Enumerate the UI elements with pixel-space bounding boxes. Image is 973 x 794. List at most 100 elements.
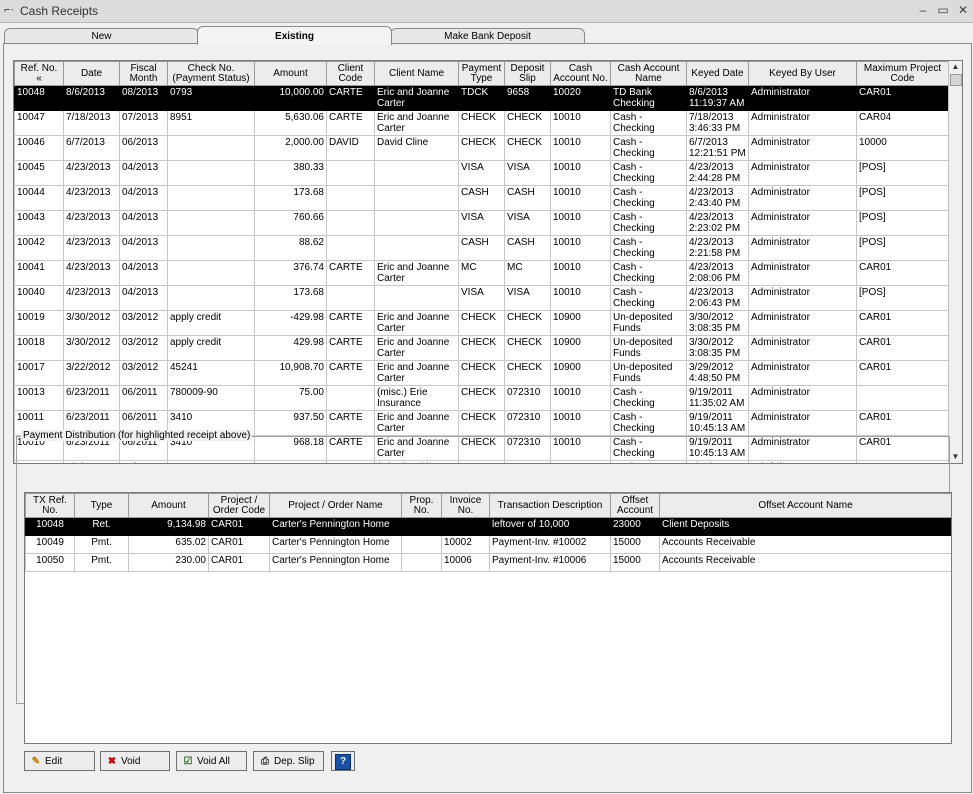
distribution-header-5[interactable]: Prop. No.	[401, 493, 442, 518]
receipt-header-8[interactable]: Deposit Slip	[504, 61, 551, 86]
receipt-cell: 6/7/2013 12:21:51 PM	[686, 135, 749, 161]
receipt-cell: [POS]	[856, 185, 949, 211]
receipt-cell: 10047	[14, 110, 64, 136]
receipt-cell: 75.00	[254, 385, 327, 411]
void-all-button[interactable]: ☑ Void All	[176, 751, 247, 771]
receipt-header-3[interactable]: Check No. (Payment Status)	[167, 61, 255, 86]
receipt-row[interactable]: 10043 4/23/2013 04/2013 760.66 VISA VISA 10010…	[14, 210, 949, 236]
tab-make-bank-deposit[interactable]: Make Bank Deposit	[390, 28, 585, 44]
receipt-row[interactable]: 10042 4/23/2013 04/2013 88.62 CASH CASH 10010 C…	[14, 235, 949, 261]
receipt-row[interactable]: 10044 4/23/2013 04/2013 173.68 CASH CASH 10010…	[14, 185, 949, 211]
distribution-header-8[interactable]: Offset Account	[610, 493, 660, 518]
receipt-cell: 4/23/2013	[63, 260, 120, 286]
receipt-cell: 4/23/2013 2:21:58 PM	[686, 235, 749, 261]
receipt-header-6[interactable]: Client Name	[374, 61, 459, 86]
receipt-header-11[interactable]: Keyed Date	[686, 61, 749, 86]
receipt-header-5[interactable]: Client Code	[326, 61, 375, 86]
distribution-cell: 230.00	[128, 553, 209, 572]
receipt-cell: 072310	[504, 385, 551, 411]
receipt-header-4[interactable]: Amount	[254, 61, 327, 86]
scroll-down-icon[interactable]: ▼	[949, 451, 962, 463]
distribution-header-3[interactable]: Project / Order Code	[208, 493, 270, 518]
receipt-cell: 10900	[550, 335, 611, 361]
tab-existing[interactable]: Existing	[197, 26, 392, 45]
payment-distribution-legend: Payment Distribution (for highlighted re…	[21, 430, 253, 441]
tab-new[interactable]: New	[4, 28, 199, 44]
receipt-cell: 10042	[14, 235, 64, 261]
receipt-cell	[856, 385, 949, 411]
receipt-cell: DAVID	[326, 135, 375, 161]
receipt-cell: VISA	[504, 160, 551, 186]
distribution-header-7[interactable]: Transaction Description	[489, 493, 611, 518]
receipt-cell: 3/30/2012 3:08:35 PM	[686, 310, 749, 336]
receipt-cell: CHECK	[458, 135, 505, 161]
receipt-row[interactable]: 10040 4/23/2013 04/2013 173.68 VISA VISA 10010…	[14, 285, 949, 311]
distribution-row[interactable]: 10049 Pmt. 635.02 CAR01 Carter's Pennington …	[25, 535, 951, 554]
distribution-header-0[interactable]: TX Ref. No.	[25, 493, 75, 518]
receipt-row[interactable]: 10013 6/23/2011 06/2011 780009-90 75.00 (misc…	[14, 385, 949, 411]
receipts-grid[interactable]: Ref. No. «Date Fiscal Month Check No. (Pay…	[13, 60, 963, 464]
scroll-thumb[interactable]	[950, 74, 962, 86]
receipt-cell: Cash - Checking	[610, 410, 687, 436]
receipt-cell: 10045	[14, 160, 64, 186]
receipt-header-10[interactable]: Cash Account Name	[610, 61, 687, 86]
receipt-row[interactable]: 10045 4/23/2013 04/2013 380.33 VISA VISA 10010…	[14, 160, 949, 186]
distribution-row[interactable]: 10050 Pmt. 230.00 CAR01 Carter's Pennington …	[25, 553, 951, 572]
receipt-cell: 10018	[14, 335, 64, 361]
distribution-header-1[interactable]: Type	[74, 493, 129, 518]
distribution-grid[interactable]: TX Ref. No. Type Amount Project / Order Cod…	[24, 492, 952, 744]
receipt-row[interactable]: 10017 3/22/2012 03/2012 45241 10,908.70 CARTE…	[14, 360, 949, 386]
receipt-row[interactable]: 10019 3/30/2012 03/2012 apply credit -429.98…	[14, 310, 949, 336]
scroll-up-icon[interactable]: ▲	[949, 61, 962, 73]
receipt-cell: 3/30/2012	[63, 335, 120, 361]
receipt-header-12[interactable]: Keyed By User	[748, 61, 857, 86]
receipt-header-13[interactable]: Maximum Project Code	[856, 61, 949, 86]
receipt-cell: Administrator	[748, 385, 857, 411]
dep-slip-button[interactable]: ⎙ Dep. Slip	[253, 751, 324, 771]
receipt-row[interactable]: 10046 6/7/2013 06/2013 2,000.00 DAVID David C…	[14, 135, 949, 161]
receipt-header-1[interactable]: Date	[63, 61, 120, 86]
receipt-cell: 9/19/2011 10:45:13 AM	[686, 410, 749, 436]
receipt-header-9[interactable]: Cash Account No.	[550, 61, 611, 86]
distribution-header-4[interactable]: Project / Order Name	[269, 493, 402, 518]
receipt-cell	[326, 385, 375, 411]
receipt-cell: CAR01	[856, 85, 949, 111]
receipt-row[interactable]: 10048 8/6/2013 08/2013 0793 10,000.00 CARTE Er…	[14, 85, 949, 111]
receipt-row[interactable]: 10047 7/18/2013 07/2013 8951 5,630.06 CARTE Er…	[14, 110, 949, 136]
receipt-cell: Eric and Joanne Carter	[374, 110, 459, 136]
receipt-cell: 6/23/2011	[63, 385, 120, 411]
receipt-cell: 4/23/2013 2:43:40 PM	[686, 185, 749, 211]
receipts-scrollbar[interactable]: ▲ ▼	[948, 61, 962, 463]
edit-button[interactable]: ✎ Edit	[24, 751, 95, 771]
receipt-row[interactable]: 10018 3/30/2012 03/2012 apply credit 429.98 C…	[14, 335, 949, 361]
distribution-header-2[interactable]: Amount	[128, 493, 209, 518]
receipt-cell: CARTE	[326, 110, 375, 136]
receipt-cell: MC	[504, 260, 551, 286]
distribution-row[interactable]: 10048 Ret. 9,134.98 CAR01 Carter's Penningto…	[25, 517, 951, 536]
restore-icon[interactable]: ▭	[934, 2, 952, 18]
receipt-header-7[interactable]: Payment Type	[458, 61, 505, 86]
distribution-cell: Payment-Inv. #10006	[489, 553, 611, 572]
receipt-cell: CHECK	[504, 135, 551, 161]
receipt-cell	[326, 185, 375, 211]
receipt-cell: 4/23/2013 2:23:02 PM	[686, 210, 749, 236]
help-button[interactable]: ?	[331, 751, 355, 771]
receipt-header-0[interactable]: Ref. No. «	[14, 61, 64, 86]
receipt-cell: Eric and Joanne Carter	[374, 335, 459, 361]
distribution-header-6[interactable]: Invoice No.	[441, 493, 490, 518]
distribution-cell: CAR01	[208, 517, 270, 536]
distribution-header-9[interactable]: Offset Account Name	[659, 493, 951, 518]
receipt-cell: 173.68	[254, 285, 327, 311]
receipt-row[interactable]: 10041 4/23/2013 04/2013 376.74 CARTE Eric and…	[14, 260, 949, 286]
distribution-cell: CAR01	[208, 553, 270, 572]
minimize-icon[interactable]: –	[914, 2, 932, 18]
receipt-header-2[interactable]: Fiscal Month	[119, 61, 168, 86]
receipt-cell: Administrator	[748, 160, 857, 186]
close-icon[interactable]: ✕	[954, 2, 972, 18]
receipt-cell: 10010	[550, 260, 611, 286]
receipt-cell: 0793	[167, 85, 255, 111]
void-button[interactable]: ✖ Void	[100, 751, 170, 771]
receipt-cell: 4/23/2013	[63, 160, 120, 186]
distribution-cell: Carter's Pennington Home	[269, 535, 402, 554]
receipt-cell	[374, 185, 459, 211]
